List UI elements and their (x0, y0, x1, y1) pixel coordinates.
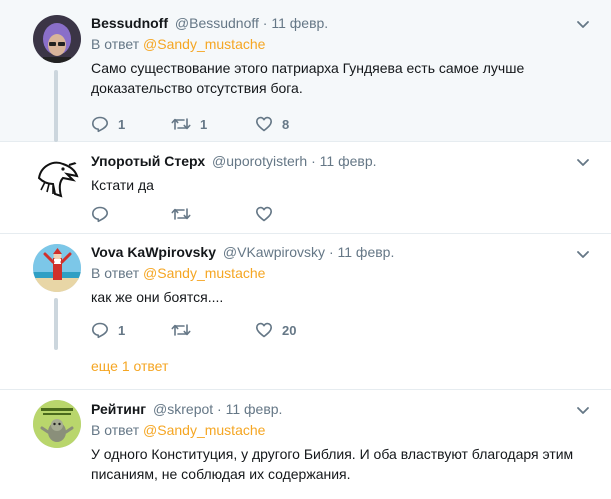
reply-icon (92, 322, 108, 339)
tweet[interactable]: Упоротый Стерх @uporotyisterh · 11 февр.… (0, 142, 611, 234)
thread-line (54, 298, 58, 350)
tweet-time[interactable]: 11 февр. (320, 153, 377, 169)
tweet-time[interactable]: 11 февр. (338, 244, 395, 260)
tweet-text: У одного Конституция, у другого Библия. … (91, 446, 574, 482)
avatar[interactable] (33, 244, 81, 292)
tweet[interactable]: Bessudnoff @Bessudnoff · 11 февр. В отве… (0, 0, 611, 142)
avatar-image (33, 244, 81, 292)
reply-prefix: В ответ (91, 36, 140, 52)
reply-mention-link[interactable]: @Sandy_mustache (143, 265, 265, 281)
author-name[interactable]: Упоротый Стерх (91, 153, 205, 169)
heart-icon (256, 322, 272, 338)
like-count: 8 (282, 116, 290, 132)
retweet-icon (171, 208, 191, 220)
retweet-icon (171, 324, 191, 336)
reply-button[interactable] (91, 205, 171, 223)
chevron-down-icon[interactable] (575, 246, 591, 262)
separator: · (217, 401, 222, 417)
avatar-image (33, 15, 81, 63)
like-button[interactable]: 20 (255, 321, 335, 339)
author-name[interactable]: Рейтинг (91, 401, 146, 417)
chevron-down-icon[interactable] (575, 154, 591, 170)
author-handle[interactable]: @VKawpirovsky (223, 244, 325, 260)
reply-count: 1 (118, 322, 126, 338)
separator: · (328, 244, 334, 260)
retweet-icon (171, 118, 191, 130)
chevron-down-icon[interactable] (575, 16, 591, 32)
reply-mention-link[interactable]: @Sandy_mustache (143, 422, 265, 438)
avatar[interactable] (33, 15, 81, 63)
heart-icon (256, 116, 272, 132)
tweet-text: Само существование этого патриарха Гундя… (91, 60, 525, 96)
reply-button[interactable]: 1 (91, 321, 171, 339)
avatar[interactable] (33, 154, 81, 202)
tweet-time[interactable]: 11 февр. (271, 15, 328, 31)
retweet-button[interactable]: 1 (171, 115, 255, 133)
like-count: 20 (282, 322, 297, 338)
author-name[interactable]: Vova KaWpirovsky (91, 244, 216, 260)
reply-mention-link[interactable]: @Sandy_mustache (143, 36, 265, 52)
reply-count: 1 (118, 116, 126, 132)
author-handle[interactable]: @uporotyisterh (212, 153, 307, 169)
avatar-image (33, 400, 81, 448)
like-button[interactable] (255, 205, 335, 223)
avatar[interactable] (33, 400, 81, 448)
more-replies-link[interactable]: еще 1 ответ (91, 358, 168, 374)
like-button[interactable]: 8 (255, 115, 335, 133)
reply-button[interactable]: 1 (91, 115, 171, 133)
separator: · (262, 15, 268, 31)
tweet[interactable]: Рейтинг @skrepot · 11 февр. В ответ @San… (0, 390, 611, 499)
reply-icon (92, 206, 108, 223)
author-handle[interactable]: @Bessudnoff (175, 15, 259, 31)
tweet[interactable]: Vova KaWpirovsky @VKawpirovsky · 11 февр… (0, 234, 611, 390)
avatar-image (33, 154, 81, 202)
reply-prefix: В ответ (91, 265, 140, 281)
retweet-button[interactable] (171, 205, 255, 223)
retweet-count: 1 (200, 116, 208, 132)
tweet-time[interactable]: 11 февр. (226, 401, 283, 417)
thread-line (54, 70, 58, 142)
tweet-text: Кстати да (91, 177, 154, 193)
author-name[interactable]: Bessudnoff (91, 15, 168, 31)
heart-icon (256, 206, 272, 222)
reply-icon (92, 116, 108, 133)
author-handle[interactable]: @skrepot (153, 401, 213, 417)
tweet-text: как же они боятся.... (91, 289, 224, 305)
reply-prefix: В ответ (91, 422, 140, 438)
chevron-down-icon[interactable] (575, 402, 591, 418)
retweet-button[interactable] (171, 321, 255, 339)
separator: · (311, 153, 316, 169)
